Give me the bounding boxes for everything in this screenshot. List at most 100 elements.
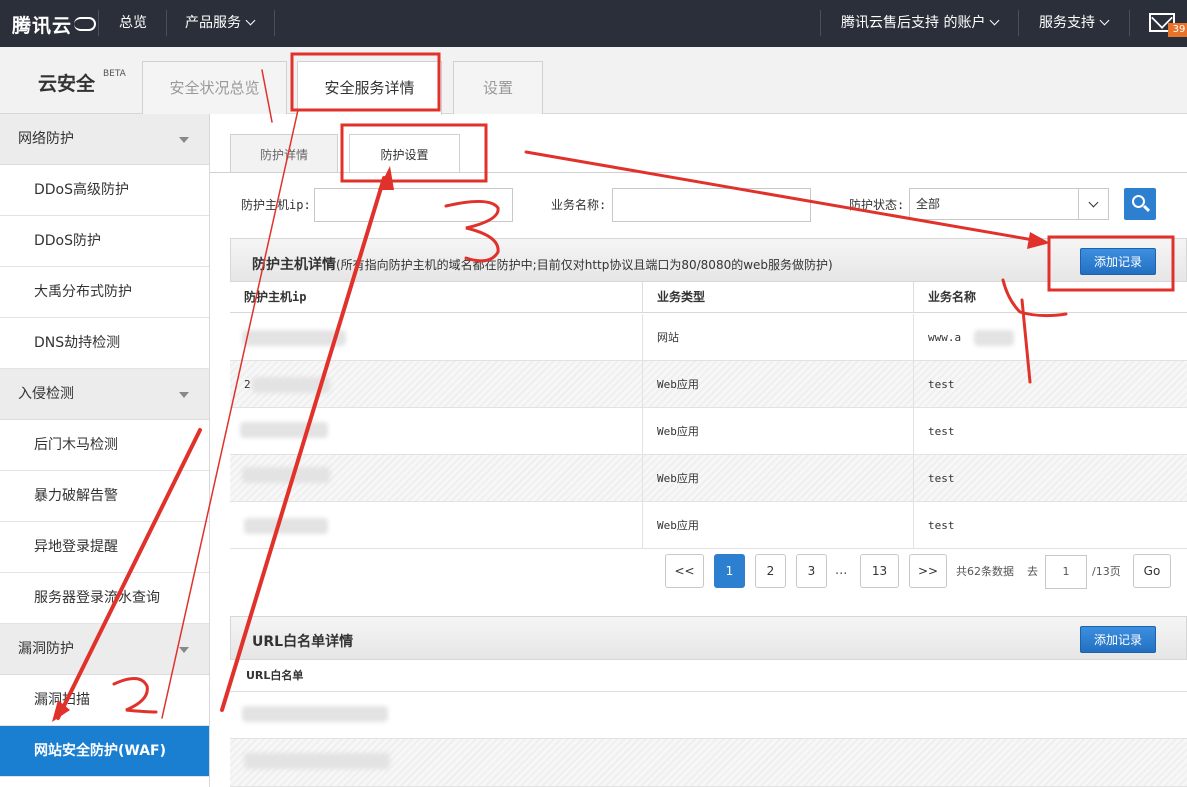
search-button[interactable] [1124,188,1156,220]
panel-title-text: 防护主机详情 [252,257,336,273]
tab-protection-details[interactable]: 防护详情 [230,134,338,172]
redacted-ip [242,330,346,346]
page-3-button[interactable]: 3 [796,554,827,588]
tab-settings[interactable]: 设置 [453,61,543,114]
divider [98,10,99,36]
divider [820,10,821,36]
support-label: 服务支持 [1039,15,1095,31]
sidebar-item-waf[interactable]: 网站安全防护(WAF) [0,726,209,777]
tab-protection-settings[interactable]: 防护设置 [349,134,460,173]
chevron-down-icon [1099,15,1110,26]
sidebar-item-dns-hijack[interactable]: DNS劫持检测 [0,318,209,369]
page-number-input[interactable]: 1 [1045,555,1087,589]
column-header-type: 业务类型 [643,282,914,313]
table-row[interactable]: 2 Web应用 test [230,361,1187,408]
cell-ip [230,314,643,361]
sidebar-item-vuln-scan[interactable]: 漏洞扫描 [0,675,209,726]
redacted-ip [252,377,330,393]
sidebar-item-ddos-advanced[interactable]: DDoS高级防护 [0,165,209,216]
redacted-ip [240,422,328,438]
table-row[interactable] [230,739,1187,787]
mail-badge: 39 [1168,23,1187,37]
cell-type: 网站 [643,314,914,361]
caret-down-icon [179,137,189,143]
host-panel-header: 防护主机详情(所有指向防护主机的域名都在防护中;目前仅对http协议且端口为80… [230,238,1187,282]
cell-ip: 2 [230,361,643,408]
tab-security-overview[interactable]: 安全状况总览 [142,61,287,114]
cell-ip [230,408,643,455]
cloud-icon [74,17,97,31]
sidebar: 网络防护 DDoS高级防护 DDoS防护 大禹分布式防护 DNS劫持检测 入侵检… [0,114,210,787]
status-label: 防护状态: [849,198,905,212]
table-row[interactable]: 网站 www.a [230,314,1187,361]
top-navbar: 腾讯云 总览 产品服务 腾讯云售后支持 的账户 服务支持 39 [0,0,1187,47]
add-host-record-button[interactable]: 添加记录 [1080,248,1156,275]
cell-ip [230,502,643,549]
table-row[interactable]: Web应用 test [230,455,1187,502]
cell-type: Web应用 [643,455,914,502]
add-url-record-button[interactable]: 添加记录 [1080,626,1156,653]
redacted-name [974,330,1014,346]
page-13-button[interactable]: 13 [860,554,899,588]
status-select[interactable]: 全部 [909,188,1109,220]
sidebar-group-label: 网络防护 [18,131,74,147]
total-pages: /13页 [1092,565,1121,578]
next-page-button[interactable]: >> [909,554,947,588]
sidebar-item-remote-login[interactable]: 异地登录提醒 [0,522,209,573]
cell-name: test [928,378,955,391]
prev-page-button[interactable]: << [665,554,704,588]
divider [1018,10,1019,36]
status-value: 全部 [916,197,941,211]
nav-overview[interactable]: 总览 [119,0,147,47]
panel-description: (所有指向防护主机的域名都在防护中;目前仅对http协议且端口为80/8080的… [336,258,833,272]
redacted-ip [242,467,330,483]
host-ip-input[interactable] [314,188,513,222]
sidebar-item-backdoor[interactable]: 后门木马检测 [0,420,209,471]
redacted-url [242,706,388,722]
goto-label: 去 [1027,565,1038,578]
divider [274,10,275,36]
account-menu[interactable]: 腾讯云售后支持 的账户 [841,0,1000,47]
sidebar-item-login-log[interactable]: 服务器登录流水查询 [0,573,209,624]
go-button[interactable]: Go [1133,554,1171,588]
url-panel-header: URL白名单详情 添加记录 [230,616,1187,660]
divider [1129,10,1130,36]
table-row[interactable] [230,692,1187,739]
cell-name: test [928,519,955,532]
nav-products[interactable]: 产品服务 [185,0,256,47]
sidebar-item-ddos[interactable]: DDoS防护 [0,216,209,267]
url-panel-title: URL白名单详情 [252,634,354,650]
logo[interactable]: 腾讯云 [12,9,97,39]
cell-type: Web应用 [643,502,914,549]
product-header: 云安全 BETA 安全状况总览 安全服务详情 设置 [0,47,1187,115]
chevron-down-icon [245,15,256,26]
column-header-url: URL白名单 [230,660,1187,692]
cell-name: test [928,425,955,438]
business-name-input[interactable] [612,188,811,222]
sidebar-item-dayu[interactable]: 大禹分布式防护 [0,267,209,318]
total-records: 共62条数据 [956,565,1014,578]
page-2-button[interactable]: 2 [755,554,786,588]
sidebar-group-vuln[interactable]: 漏洞防护 [0,624,209,675]
sidebar-group-label: 漏洞防护 [18,641,74,657]
sidebar-group-network[interactable]: 网络防护 [0,114,209,165]
sidebar-item-bruteforce[interactable]: 暴力破解告警 [0,471,209,522]
caret-down-icon [179,647,189,653]
redacted-ip [244,518,328,534]
table-row[interactable]: Web应用 test [230,408,1187,455]
redacted-url [244,753,390,769]
caret-down-icon [179,392,189,398]
table-row[interactable]: Web应用 test [230,502,1187,549]
sidebar-group-intrusion[interactable]: 入侵检测 [0,369,209,420]
cell-name: test [928,472,955,485]
tab-security-service-details[interactable]: 安全服务详情 [297,61,442,115]
chevron-down-icon [990,15,1000,26]
support-menu[interactable]: 服务支持 [1039,0,1110,47]
column-header-name: 业务名称 [914,282,1187,313]
host-panel-title: 防护主机详情(所有指向防护主机的域名都在防护中;目前仅对http协议且端口为80… [252,254,833,274]
cell-type: Web应用 [643,408,914,455]
host-ip-label: 防护主机ip: [241,198,311,212]
page-1-button[interactable]: 1 [714,554,745,588]
nav-products-label: 产品服务 [185,15,241,31]
sidebar-group-label: 入侵检测 [18,386,74,402]
